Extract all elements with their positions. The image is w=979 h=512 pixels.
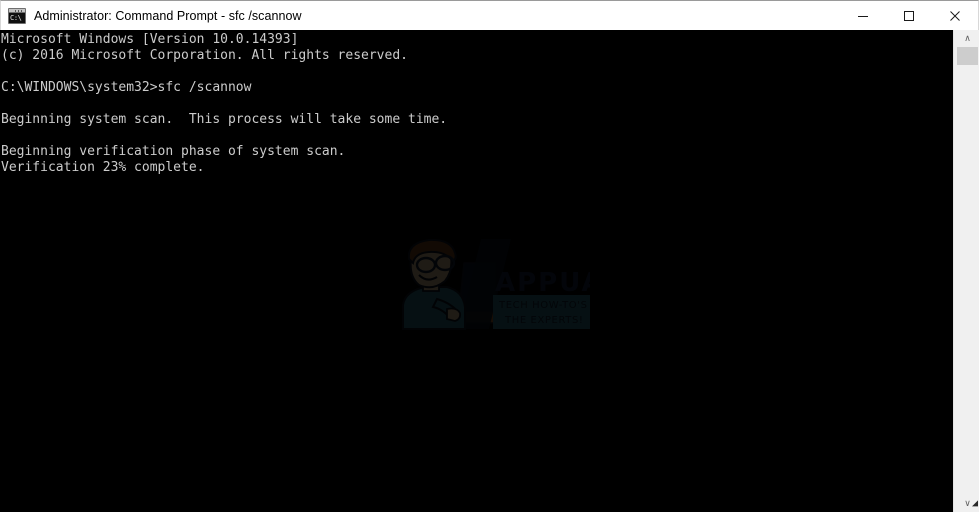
chevron-up-icon: ∧ — [964, 33, 971, 43]
console-text: Microsoft Windows [Version 10.0.14393] (… — [1, 32, 448, 175]
appuals-watermark: APPUALS TECH HOW-TO'S FROM THE EXPERTS! — [385, 233, 590, 335]
watermark-tagline-2: THE EXPERTS! — [504, 315, 584, 326]
command-prompt-icon: C:\ — [8, 7, 26, 24]
minimize-icon — [858, 15, 868, 17]
window-title: Administrator: Command Prompt - sfc /sca… — [34, 8, 302, 23]
scroll-up-button[interactable]: ∧ — [955, 30, 979, 47]
command-prompt-window: C:\ Administrator: Command Prompt - sfc … — [0, 0, 979, 512]
appuals-logo: APPUALS TECH HOW-TO'S FROM THE EXPERTS! — [402, 238, 590, 330]
watermark-brand: APPUALS — [495, 268, 590, 298]
icon-prompt-text: C:\ — [9, 12, 25, 23]
close-icon — [950, 10, 960, 21]
maximize-button[interactable] — [886, 1, 932, 30]
minimize-button[interactable] — [840, 1, 886, 30]
watermark-tagline-1: TECH HOW-TO'S FROM — [498, 300, 590, 311]
maximize-icon — [904, 10, 914, 21]
scrollbar-thumb[interactable] — [957, 47, 978, 65]
chevron-down-icon: ∨ — [964, 498, 971, 508]
vertical-scrollbar[interactable]: ∧ ∨ — [953, 30, 979, 512]
scroll-down-button[interactable]: ∨ — [955, 495, 979, 512]
icon-dots — [15, 9, 24, 12]
console-output-area[interactable]: Microsoft Windows [Version 10.0.14393] (… — [0, 30, 979, 512]
scrollbar-track[interactable] — [955, 47, 979, 495]
window-controls — [840, 1, 978, 30]
window-titlebar[interactable]: C:\ Administrator: Command Prompt - sfc … — [0, 0, 979, 30]
watermark-tagline-box — [493, 295, 590, 329]
close-button[interactable] — [932, 1, 978, 30]
